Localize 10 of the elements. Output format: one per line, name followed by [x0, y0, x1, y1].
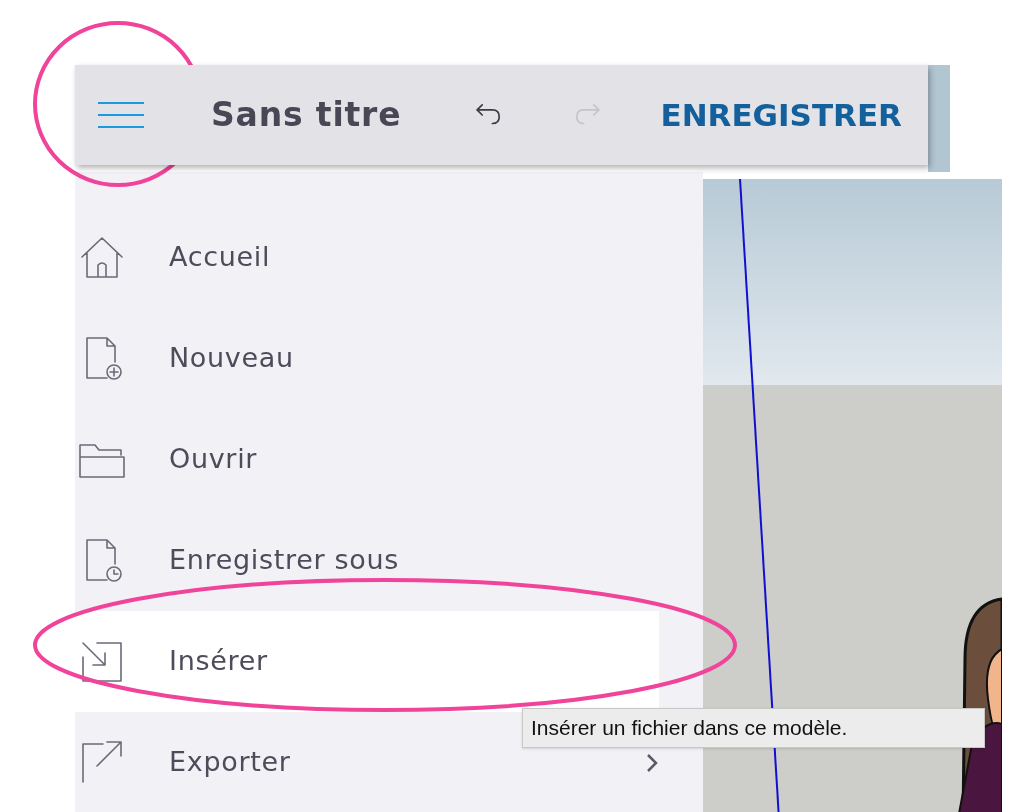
- document-title: Sans titre: [211, 94, 402, 137]
- menu-item[interactable]: Exporter: [75, 712, 291, 812]
- menu-item[interactable]: Enregistrer sous: [75, 510, 399, 611]
- menu-item[interactable]: Nouveau: [75, 308, 294, 409]
- menu-item[interactable]: Ouvrir: [75, 409, 258, 510]
- tooltip: Insérer un fichier dans ce modèle.: [522, 708, 985, 748]
- save-button[interactable]: ENREGISTRER: [660, 91, 902, 139]
- menu-item[interactable]: Accueil: [75, 207, 271, 308]
- menu-icon: [98, 101, 144, 129]
- menu-item[interactable]: Insérer: [75, 611, 659, 712]
